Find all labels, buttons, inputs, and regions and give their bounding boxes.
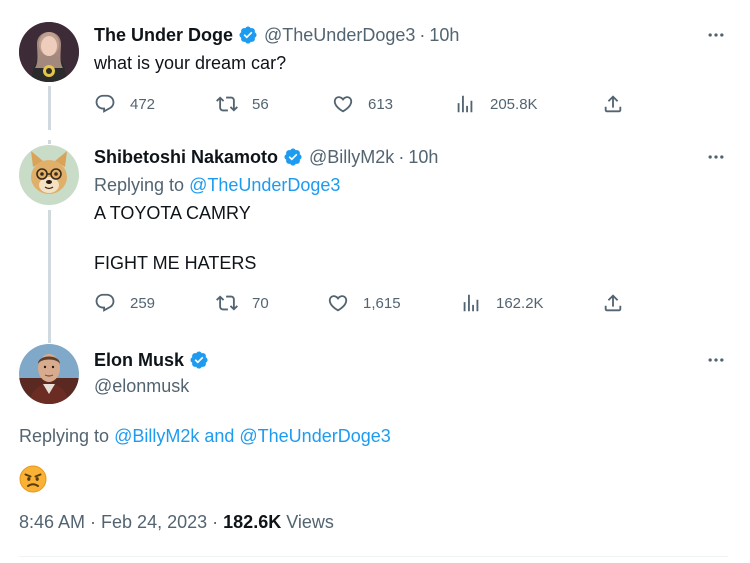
analytics-icon <box>457 95 473 113</box>
views-count: 182.6K <box>223 512 282 532</box>
views-button[interactable]: 162.2K <box>460 290 544 316</box>
heart-icon <box>328 295 348 312</box>
replying-label: Replying to <box>19 426 110 446</box>
tweet-the-under-doge[interactable]: The Under Doge @TheUnderDoge3 · 10h what… <box>0 0 750 140</box>
angry-face-icon <box>19 465 47 493</box>
share-button[interactable] <box>602 290 638 316</box>
share-button[interactable] <box>602 91 638 117</box>
timestamp[interactable]: 10h <box>429 25 459 46</box>
verified-badge-icon <box>283 147 303 167</box>
thread-line <box>48 86 51 130</box>
replying-to-link[interactable]: @TheUnderDoge3 <box>189 175 340 195</box>
analytics-icon <box>463 294 479 312</box>
thread-line-top <box>48 336 51 343</box>
tweet-header: Elon Musk <box>94 348 215 372</box>
share-icon <box>604 294 622 312</box>
avatar[interactable] <box>19 145 79 205</box>
thread-line <box>48 210 51 336</box>
retweet-icon <box>216 295 238 311</box>
more-options-icon[interactable] <box>704 145 728 169</box>
reply-button[interactable]: 259 <box>94 290 155 316</box>
tweet-shibetoshi[interactable]: Shibetoshi Nakamoto @BillyM2k · 10h Repl… <box>0 140 750 336</box>
retweet-button[interactable]: 70 <box>216 290 269 316</box>
heart-icon <box>333 96 353 113</box>
share-icon <box>604 95 622 113</box>
tweet-header: The Under Doge @TheUnderDoge3 · 10h <box>94 23 459 47</box>
reply-icon <box>95 293 115 312</box>
action-bar: 472 56 613 205.8K <box>94 91 634 117</box>
reply-count: 259 <box>130 294 156 312</box>
tweet-text: what is your dream car? <box>94 53 287 73</box>
replying-to: Replying to @BillyM2k and @TheUnderDoge3 <box>19 426 391 447</box>
replying-label: Replying to <box>94 175 185 195</box>
display-name[interactable]: The Under Doge <box>94 25 233 46</box>
retweet-button[interactable]: 56 <box>216 91 269 117</box>
separator: · <box>398 146 405 167</box>
like-button[interactable]: 1,615 <box>327 290 401 316</box>
tweet-text-line-1: A TOYOTA CAMRY <box>94 203 251 223</box>
views-button[interactable]: 205.8K <box>454 91 538 117</box>
retweet-icon <box>216 96 238 112</box>
reply-count: 472 <box>130 95 156 113</box>
post-timestamp[interactable]: 8:46 AM · Feb 24, 2023 <box>19 512 207 532</box>
retweet-count: 56 <box>252 95 269 113</box>
display-name[interactable]: Elon Musk <box>94 350 184 371</box>
handle-row: @elonmusk <box>94 374 189 398</box>
handle[interactable]: @BillyM2k <box>309 147 394 168</box>
tweet-header: Shibetoshi Nakamoto @BillyM2k · 10h <box>94 145 438 169</box>
replying-to: Replying to @TheUnderDoge3 <box>94 175 340 196</box>
like-count: 1,615 <box>363 294 401 312</box>
like-count: 613 <box>368 95 394 113</box>
replying-to-link[interactable]: @BillyM2k and @TheUnderDoge3 <box>114 426 391 446</box>
views-count: 205.8K <box>490 95 538 113</box>
display-name[interactable]: Shibetoshi Nakamoto <box>94 147 278 168</box>
separator: · <box>419 24 426 45</box>
more-options-icon[interactable] <box>704 348 728 372</box>
like-button[interactable]: 613 <box>332 91 393 117</box>
handle[interactable]: @elonmusk <box>94 376 189 397</box>
handle[interactable]: @TheUnderDoge3 <box>264 25 415 46</box>
tweet-meta: 8:46 AM · Feb 24, 2023 · 182.6K Views <box>19 512 334 533</box>
action-bar: 259 70 1,615 162.2K <box>94 290 634 316</box>
verified-badge-icon <box>238 25 258 45</box>
avatar[interactable] <box>19 344 79 404</box>
divider <box>19 556 728 557</box>
verified-badge-icon <box>189 350 209 370</box>
reply-button[interactable]: 472 <box>94 91 155 117</box>
tweet-text-line-2: FIGHT ME HATERS <box>94 253 257 273</box>
more-options-icon[interactable] <box>704 23 728 47</box>
thread-line-top <box>48 140 51 144</box>
reply-icon <box>95 94 115 113</box>
timestamp[interactable]: 10h <box>408 147 438 168</box>
retweet-count: 70 <box>252 294 269 312</box>
views-label: Views <box>286 512 334 532</box>
avatar[interactable] <box>19 22 79 82</box>
views-count: 162.2K <box>496 294 544 312</box>
separator: · <box>212 512 219 532</box>
